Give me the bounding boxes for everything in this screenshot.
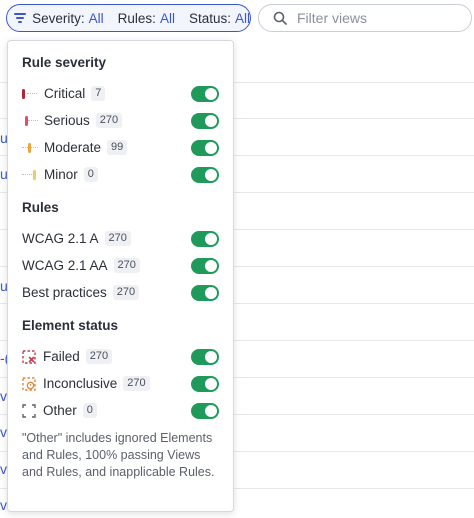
severity-row-serious[interactable]: Serious 270 — [22, 107, 219, 134]
severity-label: Minor — [44, 167, 78, 182]
count-badge: 270 — [95, 113, 123, 128]
severity-minor-icon — [22, 169, 38, 181]
status-filter-value: All — [234, 10, 250, 26]
count-badge: 270 — [123, 376, 150, 391]
rule-row-wcag-aa[interactable]: WCAG 2.1 AA 270 — [22, 252, 219, 279]
rules-filter-key: Rules: — [117, 10, 156, 26]
severity-row-minor[interactable]: Minor 0 — [22, 161, 219, 188]
severity-critical-icon — [22, 88, 38, 100]
list-item-fragment: v — [0, 461, 7, 477]
other-icon — [22, 403, 36, 418]
search-icon — [273, 11, 287, 25]
status-label: Other — [43, 403, 77, 418]
severity-row-critical[interactable]: Critical 7 — [22, 80, 219, 107]
section-title-severity: Rule severity — [22, 55, 107, 70]
count-badge: 0 — [83, 167, 98, 182]
status-inconclusive-toggle[interactable] — [191, 375, 219, 392]
severity-minor-toggle[interactable] — [191, 166, 219, 183]
severity-moderate-icon — [22, 142, 38, 154]
rule-row-wcag-a[interactable]: WCAG 2.1 A 270 — [22, 225, 219, 252]
list-item-fragment: v — [0, 424, 7, 440]
count-badge: 0 — [82, 403, 97, 418]
severity-serious-toggle[interactable] — [191, 112, 219, 129]
inconclusive-icon — [22, 376, 36, 391]
severity-filter-value: All — [88, 10, 104, 26]
severity-label: Moderate — [44, 140, 102, 155]
count-badge: 7 — [91, 86, 106, 101]
count-badge: 99 — [107, 140, 128, 155]
count-badge: 270 — [113, 258, 140, 273]
rule-row-best-practices[interactable]: Best practices 270 — [22, 279, 219, 306]
status-other-toggle[interactable] — [191, 402, 219, 419]
rules-filter-value: All — [159, 10, 175, 26]
list-item-fragment: v — [0, 497, 7, 513]
section-title-rules: Rules — [22, 200, 59, 215]
rule-label: Best practices — [22, 285, 107, 300]
status-filter-key: Status: — [188, 10, 231, 26]
count-badge: 270 — [112, 285, 140, 300]
rule-best-practices-toggle[interactable] — [191, 284, 219, 301]
status-label: Failed — [43, 349, 80, 364]
rule-label: WCAG 2.1 AA — [22, 258, 108, 273]
filter-icon — [13, 13, 26, 23]
failed-icon — [22, 349, 36, 364]
status-row-inconclusive[interactable]: Inconclusive 270 — [22, 370, 219, 397]
filter-popup: Rule severity Critical 7 Serious 270 Mod… — [7, 40, 234, 512]
severity-label: Critical — [44, 86, 86, 101]
severity-moderate-toggle[interactable] — [191, 139, 219, 156]
rule-wcag-aa-toggle[interactable] — [191, 257, 219, 274]
status-row-other[interactable]: Other 0 — [22, 397, 219, 424]
status-label: Inconclusive — [43, 376, 118, 391]
search-input[interactable] — [297, 10, 457, 26]
status-help-note: "Other" includes ignored Elements and Ru… — [22, 431, 215, 479]
filter-views-search[interactable] — [258, 4, 472, 32]
section-title-status: Element status — [22, 318, 119, 333]
rule-wcag-a-toggle[interactable] — [191, 230, 219, 247]
status-row-failed[interactable]: Failed 270 — [22, 343, 219, 370]
severity-serious-icon — [22, 115, 38, 127]
severity-label: Serious — [44, 113, 90, 128]
severity-critical-toggle[interactable] — [191, 85, 219, 102]
count-badge: 270 — [85, 349, 113, 364]
filter-summary-button[interactable]: Severity: All Rules: All Status: All — [6, 4, 251, 32]
status-failed-toggle[interactable] — [191, 348, 219, 365]
severity-row-moderate[interactable]: Moderate 99 — [22, 134, 219, 161]
list-item-fragment: v — [0, 388, 7, 404]
count-badge: 270 — [104, 231, 131, 246]
severity-filter-key: Severity: — [32, 10, 85, 26]
rule-label: WCAG 2.1 A — [22, 231, 99, 246]
